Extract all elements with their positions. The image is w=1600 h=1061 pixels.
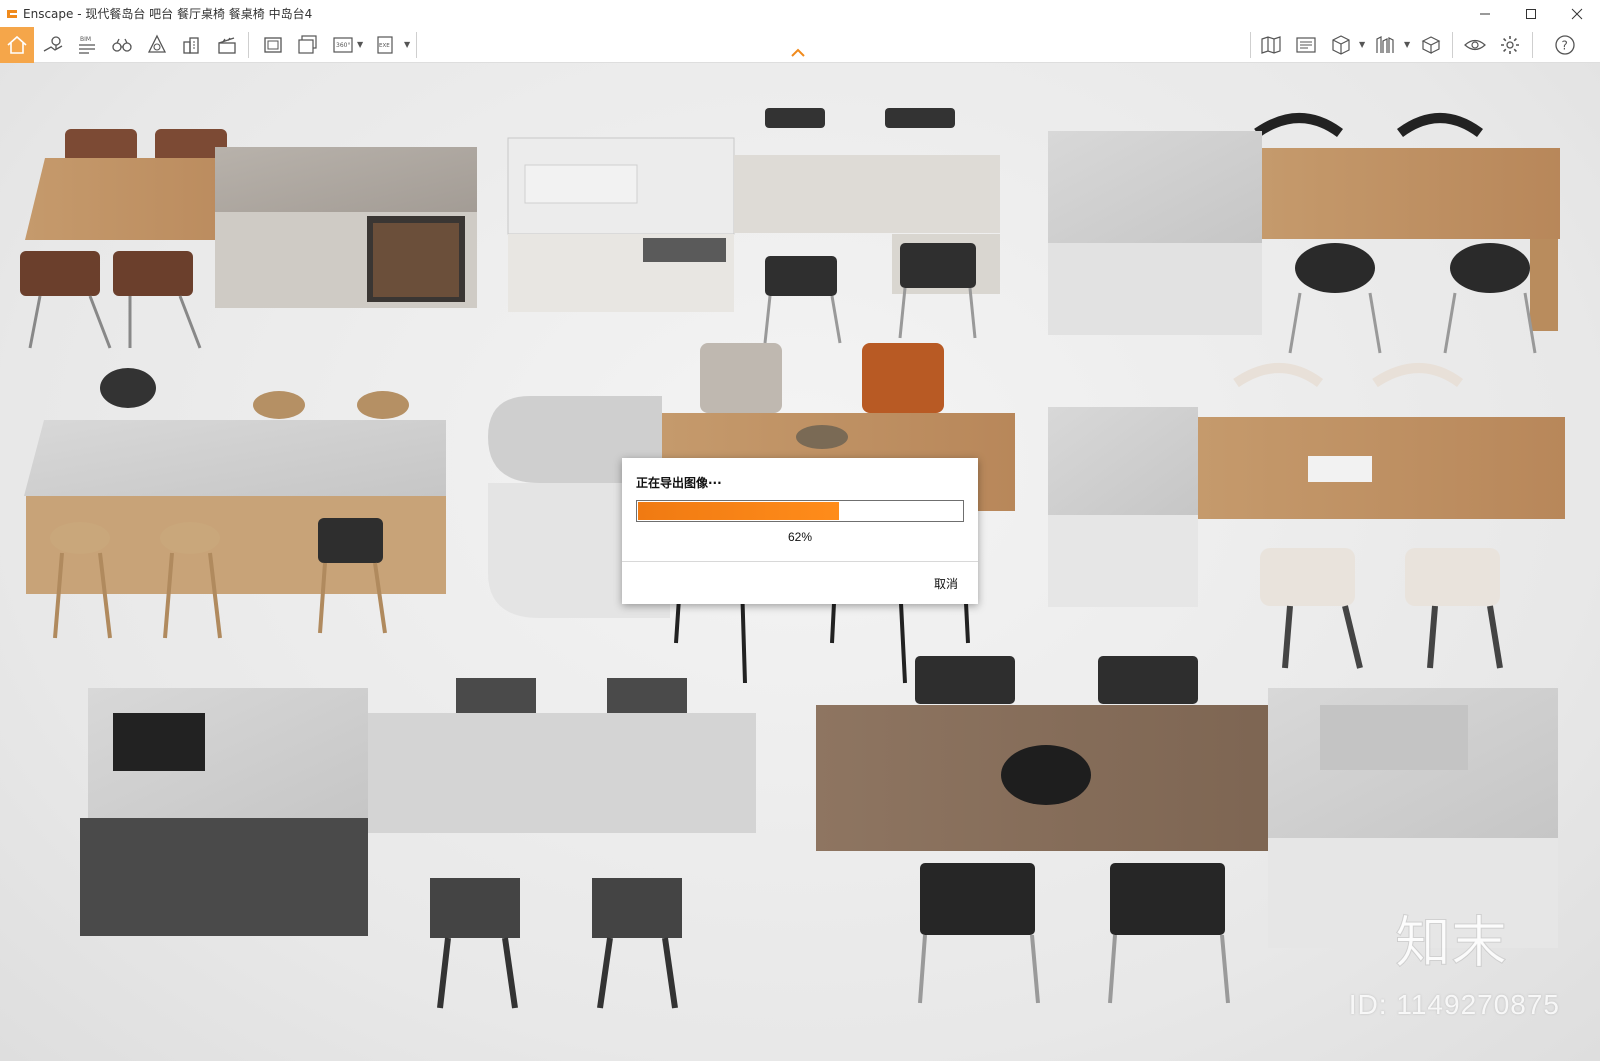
asset-library-button[interactable]: [1368, 27, 1402, 63]
asset-library-icon: [1376, 36, 1394, 53]
batch-render-icon: [298, 35, 317, 54]
screenshot-icon: [264, 37, 282, 53]
svg-text:360°: 360°: [336, 42, 350, 49]
progress-percent: 62%: [787, 530, 813, 544]
view-toggle-button[interactable]: [1458, 27, 1492, 63]
views-button[interactable]: [36, 27, 70, 63]
enscape-logo-icon: [3, 5, 21, 23]
asset-dropdown-arrow[interactable]: ▼: [1404, 40, 1412, 50]
island-set-1: [20, 129, 477, 349]
walk-mode-button[interactable]: [105, 27, 139, 63]
batch-render-button[interactable]: [291, 27, 325, 63]
cube-button[interactable]: [1324, 27, 1358, 63]
home-icon: [7, 35, 27, 54]
screenshot-button[interactable]: [256, 27, 290, 63]
island-set-3: [1048, 113, 1560, 354]
progress-bar-fill: [638, 502, 839, 520]
panorama-button[interactable]: 360°: [326, 27, 360, 63]
export-dropdown-arrow[interactable]: ▼: [404, 40, 412, 50]
settings-button[interactable]: [1493, 27, 1527, 63]
island-set-4: [24, 368, 446, 639]
clapperboard-icon: [218, 37, 236, 54]
visual-settings-icon: [1296, 37, 1316, 53]
cube-dropdown-arrow[interactable]: ▼: [1359, 40, 1367, 50]
video-editor-button[interactable]: [210, 27, 244, 63]
watermark-logo: 知末: [1395, 911, 1508, 977]
buildings-icon: [183, 37, 199, 54]
window-title: Enscape - 现代餐岛台 吧台 餐厅桌椅 餐桌椅 中岛台4: [23, 7, 313, 21]
panorama-dropdown-arrow[interactable]: ▼: [357, 40, 365, 50]
visual-settings-button[interactable]: [1289, 27, 1323, 63]
svg-text:?: ?: [1562, 39, 1568, 53]
bim-icon: BIM: [79, 36, 95, 54]
island-set-6: [1048, 363, 1565, 669]
minimize-button[interactable]: [1462, 0, 1508, 27]
atmosphere-button[interactable]: [140, 27, 174, 63]
close-button[interactable]: [1554, 0, 1600, 27]
help-icon: ?: [1555, 35, 1575, 55]
dialog-divider: [622, 561, 978, 562]
atmosphere-icon: [147, 34, 167, 53]
material-editor-button[interactable]: [1414, 27, 1448, 63]
toolbar-collapse-chevron-icon[interactable]: [790, 48, 806, 58]
home-button[interactable]: [0, 27, 34, 63]
title-bar: Enscape - 现代餐岛台 吧台 餐厅桌椅 餐桌椅 中岛台4: [0, 0, 1600, 27]
cancel-button[interactable]: 取消: [934, 575, 958, 592]
svg-text:EXE: EXE: [379, 43, 390, 49]
dialog-title: 正在导出图像···: [636, 476, 722, 490]
view-toggle-icon: [1464, 39, 1486, 51]
export-exe-icon: EXE: [377, 36, 393, 54]
map-icon: [1261, 36, 1281, 54]
export-progress-dialog: 正在导出图像··· 62% 取消: [622, 458, 978, 604]
maximize-button[interactable]: [1508, 0, 1554, 27]
cube-icon: [1332, 35, 1350, 55]
location-pin-icon: [43, 36, 63, 52]
svg-text:BIM: BIM: [80, 36, 91, 43]
island-set-2: [507, 108, 1000, 344]
progress-bar: [636, 500, 964, 522]
export-exe-button[interactable]: EXE: [369, 27, 403, 63]
map-button[interactable]: [1254, 27, 1288, 63]
material-editor-icon: [1421, 36, 1441, 54]
island-set-7: [80, 678, 756, 1009]
watermark-id: ID: 1149270875: [1348, 989, 1560, 1020]
binoculars-icon: [112, 38, 132, 52]
bim-button[interactable]: BIM: [70, 27, 104, 63]
help-button[interactable]: ?: [1548, 27, 1582, 63]
buildings-button[interactable]: [175, 27, 209, 63]
panorama-360-icon: 360°: [333, 37, 353, 53]
svg-text:知末: 知末: [1395, 911, 1507, 976]
settings-icon: [1501, 36, 1519, 54]
